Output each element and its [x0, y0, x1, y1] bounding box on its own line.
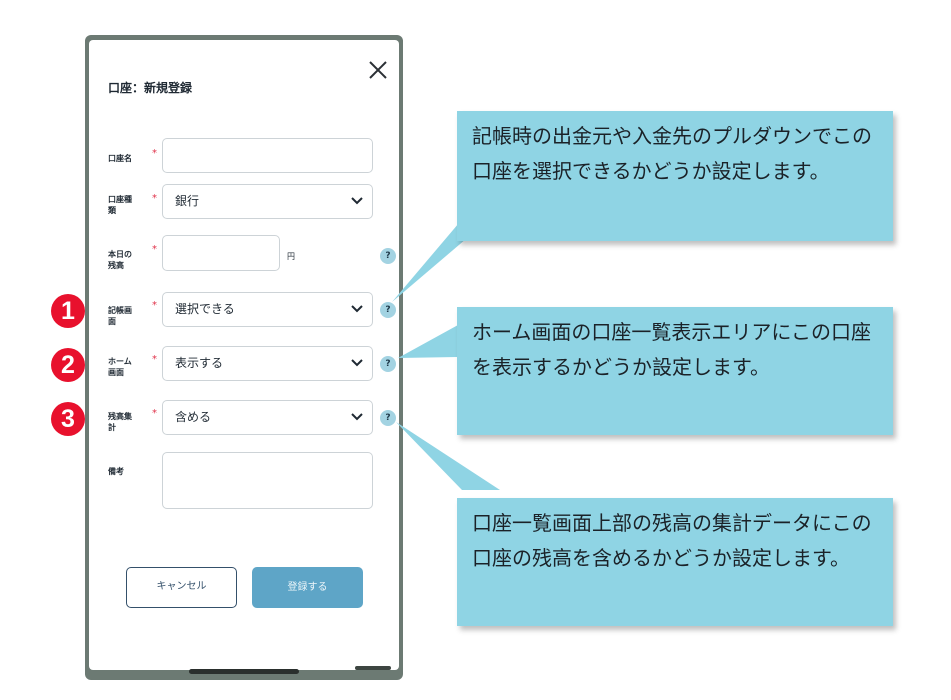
balance-total-value: 含める	[175, 410, 212, 424]
required-mark: *	[152, 244, 157, 255]
callout-home: ホーム画面の口座一覧表示エリアにこの口座を表示するかどうか設定します。	[457, 307, 893, 435]
help-icon[interactable]: ?	[380, 356, 396, 372]
chevron-down-icon	[351, 197, 363, 205]
home-indicator-edge	[355, 666, 391, 670]
help-icon[interactable]: ?	[380, 410, 396, 426]
home-screen-value: 表示する	[175, 356, 224, 370]
home-indicator	[189, 669, 299, 674]
required-mark: *	[152, 354, 157, 365]
home-screen-label: ホーム 画面	[108, 357, 132, 377]
required-mark: *	[152, 148, 157, 159]
callout-ledger: 記帳時の出金元や入金先のプルダウンでこの口座を選択できるかどうか設定します。	[457, 111, 893, 241]
ledger-screen-label: 記帳画 面	[108, 306, 132, 326]
chevron-down-icon	[351, 413, 363, 421]
balance-input[interactable]	[162, 235, 280, 271]
account-name-input[interactable]	[162, 138, 373, 173]
account-type-label: 口座種 類	[108, 195, 132, 215]
marker-2: 2	[51, 348, 85, 382]
required-mark: *	[152, 408, 157, 419]
account-type-value: 銀行	[175, 194, 200, 208]
required-mark: *	[152, 193, 157, 204]
connector-2	[398, 325, 458, 358]
dialog-title: 口座：新規登録	[108, 81, 193, 95]
help-icon[interactable]: ?	[380, 248, 396, 264]
account-name-label: 口座名	[108, 154, 132, 163]
callout-balance: 口座一覧画面上部の残高の集計データにこの口座の残高を含めるかどうか設定します。	[457, 498, 893, 626]
help-icon[interactable]: ?	[380, 302, 396, 318]
account-type-select[interactable]: 銀行	[162, 184, 373, 219]
chevron-down-icon	[351, 305, 363, 313]
required-mark: *	[152, 300, 157, 311]
submit-button[interactable]: 登録する	[252, 567, 363, 608]
ledger-screen-select[interactable]: 選択できる	[162, 292, 373, 327]
memo-label: 備考	[108, 467, 124, 476]
balance-total-select[interactable]: 含める	[162, 400, 373, 435]
home-screen-select[interactable]: 表示する	[162, 346, 373, 381]
close-icon[interactable]	[366, 58, 390, 82]
memo-textarea[interactable]	[162, 452, 373, 509]
balance-total-label: 残高集 計	[108, 412, 132, 432]
balance-label: 本日の 残高	[108, 250, 132, 270]
yen-unit: 円	[287, 252, 295, 261]
cancel-button[interactable]: キャンセル	[126, 567, 237, 608]
marker-3: 3	[51, 402, 85, 436]
chevron-down-icon	[351, 359, 363, 367]
ledger-screen-value: 選択できる	[175, 302, 235, 316]
marker-1: 1	[51, 294, 85, 328]
